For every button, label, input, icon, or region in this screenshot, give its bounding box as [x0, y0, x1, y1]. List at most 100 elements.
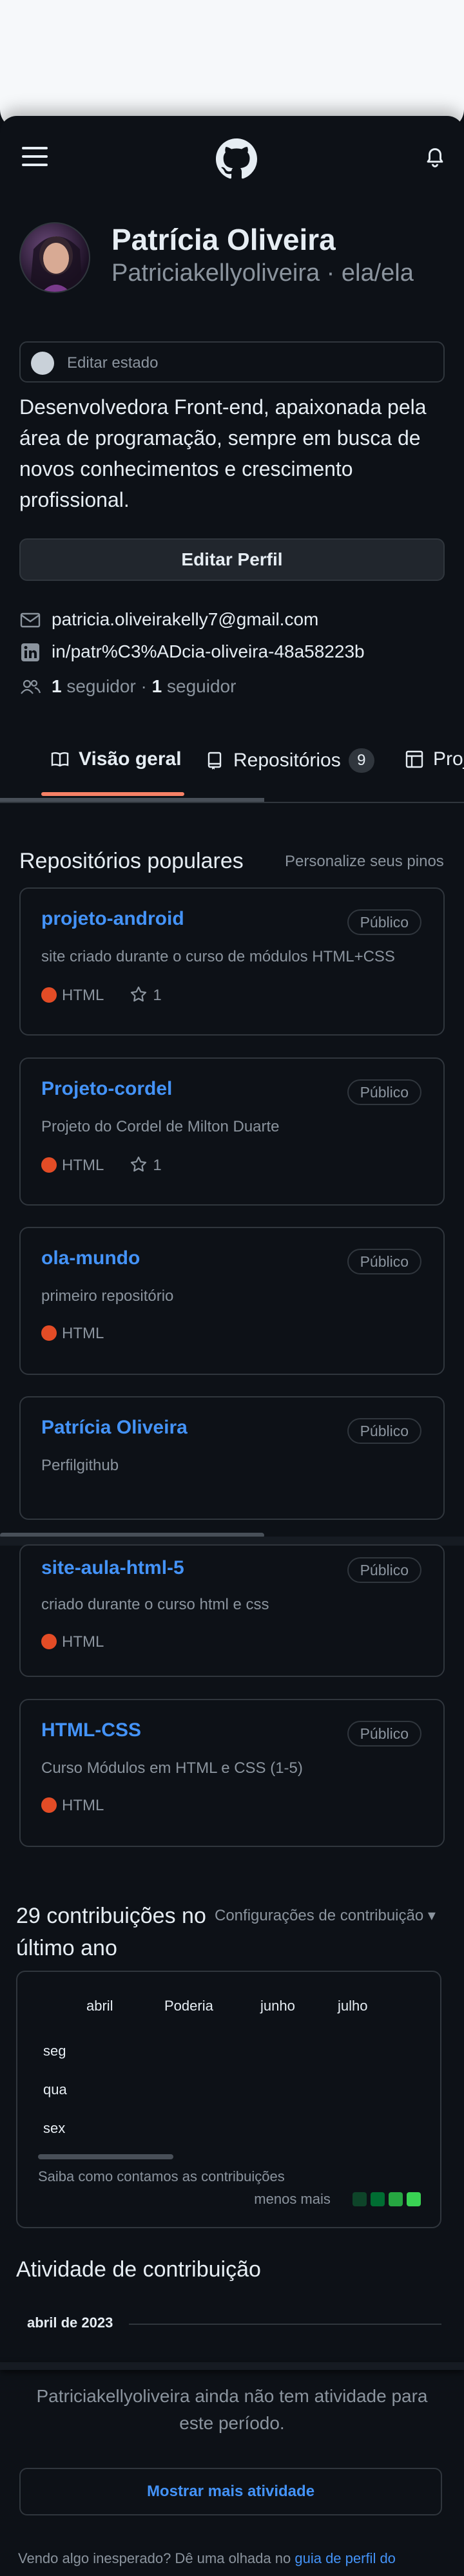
browser-top-area: [0, 0, 464, 129]
star-icon: [131, 986, 147, 1002]
triangle-down-icon: ▾: [427, 1907, 436, 1924]
mail-icon: [20, 612, 41, 628]
tab-overview[interactable]: Visão geral: [50, 748, 182, 781]
tab-repositories[interactable]: Repositórios 9: [205, 748, 374, 781]
contributions-title: 29 contribuições no último ano: [16, 1904, 206, 1960]
profile-guide-link[interactable]: guia de perfil do: [295, 2550, 396, 2566]
repo-name-link[interactable]: projeto-android: [41, 908, 184, 930]
show-more-activity-button[interactable]: Mostrar mais atividade: [19, 2468, 442, 2515]
repo-name-link[interactable]: ola-mundo: [41, 1247, 140, 1269]
repo-language: HTML: [62, 1633, 104, 1651]
popular-repos-title: Repositórios populares: [19, 849, 244, 873]
month-label: abril: [86, 1998, 113, 2014]
repo-language: HTML: [62, 1157, 104, 1174]
language-color-dot: [41, 987, 57, 1003]
following-count: 1: [151, 676, 162, 696]
contribution-legend: menos mais: [254, 2191, 421, 2208]
active-tab-indicator: [41, 792, 184, 796]
visibility-badge: Público: [347, 1418, 421, 1444]
followers-row[interactable]: 1 seguidor · 1 seguidor: [19, 675, 445, 701]
visibility-badge: Público: [347, 1079, 421, 1105]
calendar-scrollbar[interactable]: [38, 2154, 173, 2159]
legend-label: menos mais: [254, 2191, 331, 2207]
repo-description: criado durante o curso html e css: [41, 1596, 269, 1613]
language-color-dot: [41, 1157, 57, 1173]
language-color-dot: [41, 1634, 57, 1649]
repo-card: projeto-android Público site criado dura…: [19, 887, 445, 1036]
repo-meta: HTML 1: [41, 985, 162, 1006]
tab-overview-label: Visão geral: [79, 748, 182, 770]
repo-name-link[interactable]: site-aula-html-5: [41, 1557, 184, 1579]
tab-repositories-label: Repositórios: [233, 750, 341, 771]
repo-stars[interactable]: 1: [153, 987, 161, 1004]
visibility-badge: Público: [347, 1249, 421, 1274]
star-icon: [131, 1156, 147, 1172]
avatar-photo: [30, 236, 82, 292]
followers-count: 1: [52, 676, 62, 696]
linkedin-icon: [21, 643, 39, 661]
visibility-badge: Público: [347, 1721, 421, 1747]
month-label: junho: [260, 1998, 295, 2014]
email-link[interactable]: patricia.oliveirakelly7@gmail.com: [52, 609, 318, 630]
repo-name-link[interactable]: Patrícia Oliveira: [41, 1417, 188, 1439]
customize-pins-link[interactable]: Personalize seus pinos: [285, 853, 444, 871]
repo-card: Projeto-cordel Público Projeto do Cordel…: [19, 1057, 445, 1206]
repo-language: HTML: [62, 1797, 104, 1814]
legend-swatch: [353, 2192, 367, 2206]
repo-description: Projeto do Cordel de Milton Duarte: [41, 1118, 280, 1135]
repo-meta: HTML: [41, 1633, 104, 1654]
edit-profile-button[interactable]: Editar Perfil: [19, 538, 445, 581]
smiley-icon: [31, 352, 54, 375]
tabs-divider: [0, 802, 464, 803]
bell-icon[interactable]: [425, 147, 445, 169]
followers-separator: ·: [140, 676, 147, 696]
repo-meta: HTML: [41, 1325, 104, 1345]
menu-icon[interactable]: [22, 146, 48, 167]
legend-swatch: [389, 2192, 403, 2206]
edit-status-button[interactable]: Editar estado: [19, 341, 445, 383]
repo-meta: HTML 1: [41, 1155, 162, 1176]
month-label: julho: [338, 1998, 368, 2014]
learn-contributions-link[interactable]: Saiba como contamos as contribuições: [38, 2168, 285, 2185]
tab-projects[interactable]: Proj: [405, 748, 464, 781]
repo-name-link[interactable]: Projeto-cordel: [41, 1078, 172, 1100]
book-icon: [51, 752, 69, 767]
contribution-calendar: abril Poderia junho julho seg qua sex Sa…: [16, 1971, 441, 2228]
legend-swatch: [407, 2192, 421, 2206]
repo-icon: [208, 752, 222, 770]
tabs-scrollbar[interactable]: [0, 798, 264, 802]
repo-card: Patrícia Oliveira Público Perfilgithub: [19, 1396, 445, 1520]
profile-login: Patriciakellyoliveira · ela/ela: [111, 260, 414, 287]
repo-card: HTML-CSS Público Curso Módulos em HTML e…: [19, 1699, 445, 1847]
avatar[interactable]: [19, 222, 90, 293]
repo-description: primeiro repositório: [41, 1287, 174, 1305]
followers-label: seguidor: [66, 676, 136, 696]
month-label: Poderia: [164, 1998, 213, 2014]
repo-name-link[interactable]: HTML-CSS: [41, 1719, 141, 1741]
weekday-label: seg: [43, 2043, 66, 2059]
github-logo-icon[interactable]: [216, 138, 257, 180]
weekday-label: qua: [43, 2081, 67, 2098]
contribution-settings-dropdown[interactable]: Configurações de contribuição ▾: [215, 1906, 436, 1925]
linkedin-row: in/patr%C3%ADcia-oliveira-48a58223b: [19, 640, 445, 666]
repo-card: site-aula-html-5 Público criado durante …: [19, 1544, 445, 1677]
following-label: seguidor: [167, 676, 237, 696]
people-icon: [21, 679, 41, 694]
repo-description: Perfilgithub: [41, 1457, 119, 1474]
repo-description: Curso Módulos em HTML e CSS (1-5): [41, 1759, 303, 1777]
linkedin-link[interactable]: in/patr%C3%ADcia-oliveira-48a58223b: [52, 641, 365, 662]
activity-timeline-line: [129, 2324, 441, 2325]
no-activity-message: Patriciakellyoliveira ainda não tem ativ…: [36, 2386, 428, 2433]
app-header: [0, 129, 464, 187]
activity-title: Atividade de contribuição: [16, 2257, 261, 2282]
repo-meta: HTML: [41, 1797, 104, 1817]
table-icon: [405, 750, 423, 768]
profile-bio: Desenvolvedora Front-end, apaixonada pel…: [19, 395, 427, 511]
contribution-settings-label: Configurações de contribuição: [215, 1907, 424, 1924]
repo-language: HTML: [62, 1325, 104, 1342]
email-row: patricia.oliveirakelly7@gmail.com: [19, 608, 445, 634]
language-color-dot: [41, 1325, 57, 1341]
repo-language: HTML: [62, 987, 104, 1004]
profile-tabs: Visão geral Repositórios 9 Proj: [0, 734, 464, 796]
repo-stars[interactable]: 1: [153, 1157, 161, 1174]
